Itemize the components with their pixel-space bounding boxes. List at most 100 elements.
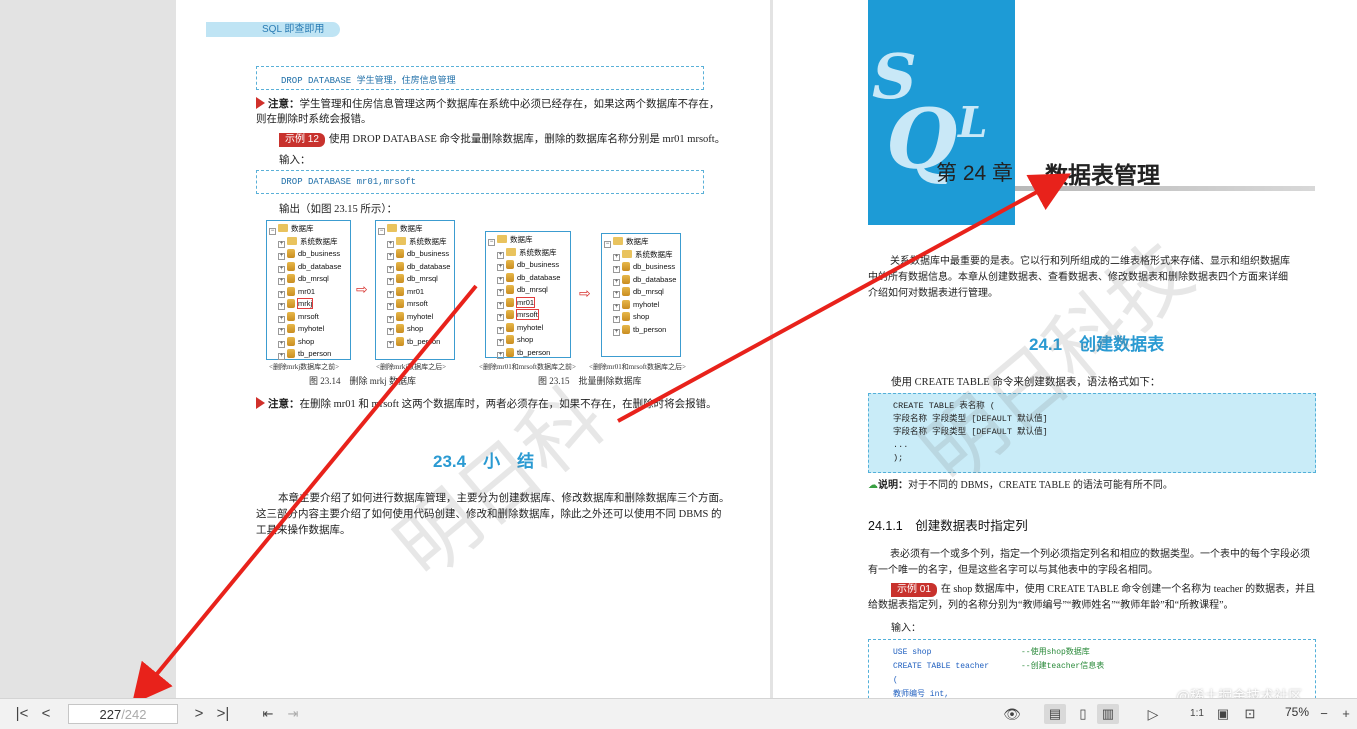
note-text-2: 则在删除时系统会报错。 <box>256 114 372 125</box>
database-tree: − 数据库 + 系统数据库 + db_business + db_database + db_mr… <box>601 233 681 357</box>
figure-caption: 图 23.14 删除 mrkj 数据库 <box>309 376 416 386</box>
expand-icon: + <box>497 326 504 334</box>
intro-line: 介绍如何对数据表进行管理。 <box>868 288 998 299</box>
fit-page-icon[interactable]: ▣ <box>1212 704 1234 724</box>
database-icon <box>287 249 295 258</box>
summary-line: 这三部分内容主要介绍了如何使用代码创建、修改和删除数据库，除此之外还可以使用不同… <box>256 509 722 520</box>
first-page-icon[interactable]: |< <box>11 704 33 724</box>
zoom-in-icon[interactable]: + <box>1335 704 1357 724</box>
tip-text: 对于不同的 DBMS，CREATE TABLE 的语法可能有所不同。 <box>908 480 1173 491</box>
database-icon <box>396 311 404 321</box>
database-icon <box>396 336 404 346</box>
tree-label: mr01 <box>515 296 536 308</box>
expand-icon: + <box>613 253 620 261</box>
zoom-level[interactable]: 75% <box>1285 705 1309 719</box>
chapter-title: 数据表管理 <box>1045 162 1160 188</box>
tree-label: mrsoft <box>407 299 428 308</box>
expand-icon: + <box>387 253 394 260</box>
expand-icon: + <box>613 303 620 311</box>
input-label: 输入： <box>279 155 311 166</box>
tree-label: 数据库 <box>291 224 314 233</box>
forward-icon[interactable]: ⇥ <box>282 704 304 724</box>
tree-label: 数据库 <box>400 224 423 233</box>
expand-icon: + <box>387 315 394 323</box>
zoom-out-icon[interactable]: − <box>1313 704 1335 724</box>
tree-item: + db_database <box>604 274 678 287</box>
tree-item: + mrsoft <box>269 311 348 324</box>
right-page: S Q L 第 24 章 数据表管理 关系数据库中最重要的是表。它以行和列所组成… <box>773 0 1357 698</box>
expand-icon: + <box>497 314 504 321</box>
expand-icon: + <box>278 340 285 348</box>
continuous-page-icon[interactable]: ▯ <box>1072 704 1094 724</box>
next-page-icon[interactable]: > <box>188 704 210 724</box>
database-icon <box>287 261 295 271</box>
tree-label: shop <box>633 312 650 321</box>
tree-label: shop <box>407 324 424 333</box>
bottom-toolbar: |< < 227/242 > >| ⇤ ⇥ 👁 ▤ ▯ ▥ ▷ 1:1 ▣ ⊡ … <box>0 698 1357 729</box>
expand-icon: + <box>497 301 504 309</box>
tree-item: + mrkj <box>269 298 348 311</box>
note-marker-icon <box>256 397 265 409</box>
back-icon[interactable]: ⇤ <box>257 704 279 724</box>
section-title: 23.4 小 结 <box>433 452 535 471</box>
tree-label: mrkj <box>296 298 314 309</box>
tree-label: myhotel <box>298 324 325 333</box>
play-icon[interactable]: ▷ <box>1142 704 1164 724</box>
database-icon <box>622 312 630 321</box>
database-icon <box>287 299 295 308</box>
database-icon <box>622 324 630 334</box>
expand-icon: + <box>387 290 394 298</box>
expand-icon: + <box>278 315 285 323</box>
image-caption: <删除mrkj数据库之前> <box>269 363 340 371</box>
image-caption: <删除mr01和mrsoft数据库之前> <box>479 363 576 371</box>
tree-root: − 数据库 <box>378 223 452 236</box>
tree-label: db_mrsql <box>517 285 548 294</box>
tip: ☁说明：对于不同的 DBMS，CREATE TABLE 的语法可能有所不同。 <box>868 478 1173 494</box>
two-page-icon[interactable]: ▥ <box>1097 704 1119 724</box>
actual-size-icon[interactable]: 1:1 <box>1186 704 1208 724</box>
syntax-code-block: CREATE TABLE 表名称 (字段名称 字段类型 [DEFAULT 默认值… <box>868 393 1316 473</box>
paragraph: 表必须有一个或多个列，指定一个列必须指定列名和相应的数据类型。一个表中的每个字段… <box>868 547 1348 579</box>
document-viewer[interactable]: SQL 即查即用 DROP DATABASE 学生管理，住房信息管理 注意：学生… <box>0 0 1357 698</box>
fit-width-icon[interactable]: ⊡ <box>1239 704 1261 724</box>
tree-label: tb_person <box>517 347 551 357</box>
paragraph-line: 表必须有一个或多个列，指定一个列必须指定列名和相应的数据类型。一个表中的每个字段… <box>890 549 1310 560</box>
code-line: 字段名称 字段类型 [DEFAULT 默认值] <box>893 414 1048 424</box>
code-line: 字段名称 字段类型 [DEFAULT 默认值] <box>893 427 1048 437</box>
code-block: DROP DATABASE mr01,mrsoft <box>256 170 704 194</box>
tree-label: tb_person <box>633 324 667 334</box>
tree-item: + 系统数据库 <box>488 247 568 260</box>
note-label: 注意： <box>268 399 300 410</box>
summary-paragraph: 本章主要介绍了如何进行数据库管理，主要分为创建数据库、修改数据库和删除数据库三个… <box>256 491 770 539</box>
eye-icon[interactable]: 👁 <box>1001 704 1023 724</box>
note: 注意：在删除 mr01 和 mrsoft 这两个数据库时，两者必须存在，如果不存… <box>256 397 770 412</box>
code-comment: --创建teacher信息表 <box>1021 662 1105 671</box>
collapse-icon: − <box>378 228 385 235</box>
tree-item: + shop <box>269 336 348 349</box>
database-icon <box>506 310 514 319</box>
tree-item: + 系统数据库 <box>604 249 678 262</box>
single-page-icon[interactable]: ▤ <box>1044 704 1066 724</box>
expand-icon: + <box>278 328 285 335</box>
expand-icon: + <box>387 278 394 285</box>
database-icon <box>506 335 514 344</box>
tree-item: + shop <box>378 323 452 336</box>
image-caption: <删除mr01和mrsoft数据库之后> <box>589 363 686 371</box>
tree-label: 系统数据库 <box>300 236 338 246</box>
tree-label: myhotel <box>633 299 660 309</box>
output-label: 输出（如图 23.15 所示）： <box>279 204 398 215</box>
tree-item: + db_business <box>269 248 348 261</box>
last-page-icon[interactable]: >| <box>212 704 234 724</box>
prev-page-icon[interactable]: < <box>35 704 57 724</box>
tree-item: + db_mrsql <box>269 273 348 286</box>
code-line: DROP DATABASE 学生管理，住房信息管理 <box>281 76 456 86</box>
page-number-input[interactable]: 227/242 <box>68 704 178 724</box>
expand-icon: + <box>278 303 285 310</box>
database-icon <box>506 272 514 282</box>
code-line: ... <box>893 440 909 450</box>
folder-icon <box>506 247 516 256</box>
tree-label: db_mrsql <box>407 274 438 283</box>
image-caption: <删除mrkj数据库之后> <box>376 363 447 371</box>
arrow-right-icon: ⇨ <box>579 286 591 302</box>
tree-label: mrsoft <box>516 309 539 320</box>
